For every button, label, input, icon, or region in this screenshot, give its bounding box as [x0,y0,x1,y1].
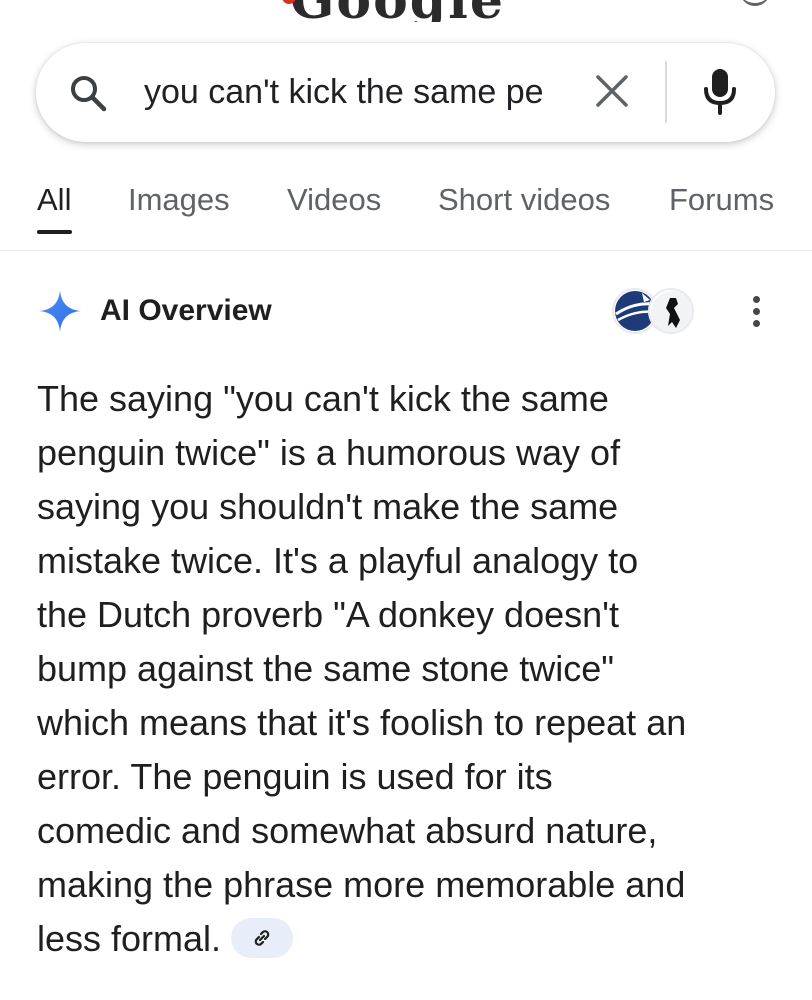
search-input[interactable]: you can't kick the same pe [144,71,562,113]
tab-all[interactable]: All [37,182,71,218]
ai-overview-last-line: less formal. [37,912,787,966]
doodle-logo-text: Google [290,0,505,22]
source-avatars[interactable] [612,288,696,336]
ai-overview-title: AI Overview [100,294,272,327]
sparkle-icon [39,290,81,332]
ai-overview-line: bump against the same stone twice" [37,648,615,689]
search-box[interactable]: you can't kick the same pe [36,43,775,142]
ai-overview-line: mistake twice. It's a playful analogy to [37,540,639,581]
ai-overview-line: penguin twice" is a humorous way of [37,432,621,473]
source-link-chip[interactable] [231,918,294,959]
ai-overview-header: AI Overview [0,282,812,342]
search-divider [665,61,667,123]
tab-videos[interactable]: Videos [287,182,381,218]
link-icon [254,930,270,947]
ai-overview-line: less formal. [37,918,222,959]
search-tabs: All Images Videos Short videos Forums [0,170,812,250]
ai-overview-line: saying you shouldn't make the same [37,486,619,527]
ai-overview-line: comedic and somewhat absurd nature, [37,810,658,851]
tab-forums[interactable]: Forums [669,182,774,218]
tab-images[interactable]: Images [128,182,230,218]
ai-overview-line: making the phrase more memorable and [37,864,686,905]
ai-overview-line: The saying "you can't kick the same [37,378,609,419]
source-avatar-2[interactable] [648,288,694,334]
google-doodle[interactable]: Google [278,0,528,22]
penguin-silhouette-icon [651,291,692,332]
ai-overview-line: error. The penguin is used for its [37,756,553,797]
more-vert-icon[interactable] [744,294,768,330]
search-icon [71,76,107,112]
tabs-divider [0,250,812,251]
tab-short-videos[interactable]: Short videos [438,182,610,218]
profile-edge [740,0,770,6]
active-tab-indicator [37,230,72,234]
ai-overview-text: The saying "you can't kick the same peng… [37,372,787,966]
close-icon[interactable] [592,71,632,111]
microphone-icon[interactable] [700,65,740,119]
ai-overview-line: which means that it's foolish to repeat … [37,702,687,743]
ai-overview-line: the Dutch proverb "A donkey doesn't [37,594,620,635]
